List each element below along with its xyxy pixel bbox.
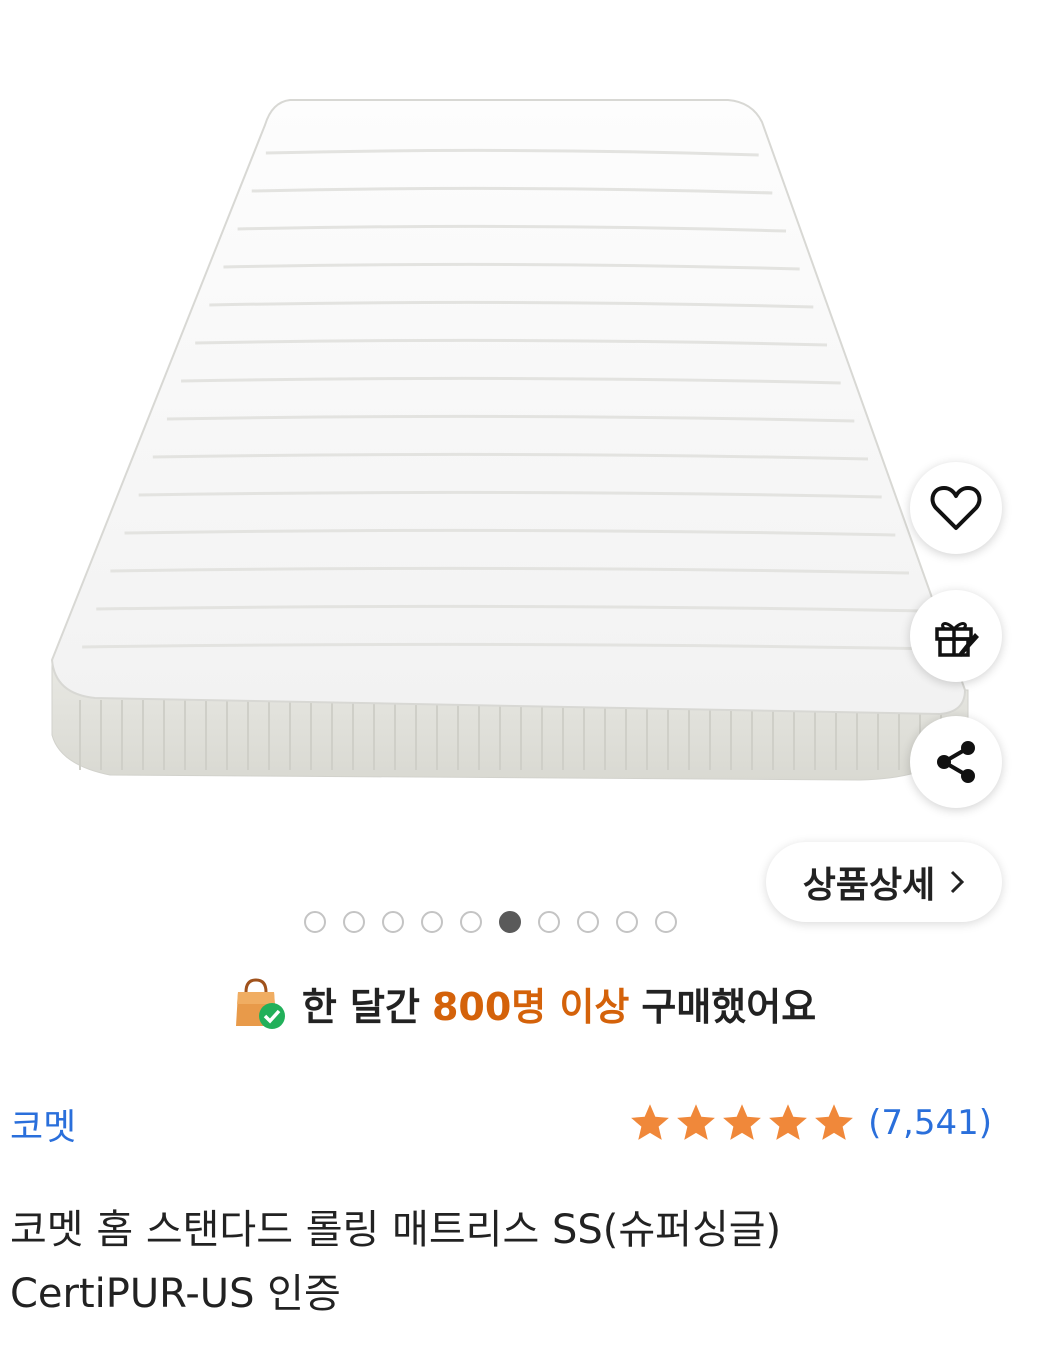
star-icon (769, 1104, 808, 1140)
carousel-indicator[interactable] (304, 909, 677, 935)
share-button[interactable] (910, 716, 1002, 808)
mattress-product-image (50, 99, 969, 781)
star-icon (815, 1104, 854, 1140)
carousel-dot[interactable] (655, 911, 677, 933)
brand-link[interactable]: 코멧 (10, 1098, 76, 1150)
star-rating (628, 1101, 856, 1145)
shopping-bag-check-icon (235, 978, 285, 1029)
star-icon (723, 1104, 762, 1140)
carousel-dot[interactable] (460, 911, 482, 933)
purchase-suffix: 구매했어요 (641, 984, 817, 1029)
purchase-count-banner: 한 달간 800명 이상 구매했어요 (0, 968, 1046, 1038)
share-icon (937, 741, 975, 783)
product-detail-button[interactable]: 상품상세 (766, 842, 1002, 922)
review-count: (7,541) (868, 1103, 992, 1143)
purchase-prefix: 한 달간 (301, 984, 420, 1029)
wishlist-button[interactable] (910, 462, 1002, 554)
product-title-line-1: 코멧 홈 스탠다드 롤링 매트리스 SS(슈퍼싱글) (10, 1207, 782, 1253)
carousel-dot[interactable] (538, 911, 560, 933)
carousel-dot[interactable] (499, 911, 521, 933)
chevron-right-icon (951, 870, 965, 894)
heart-outline-icon (930, 486, 982, 530)
product-detail-label: 상품상세 (802, 865, 936, 906)
carousel-dot[interactable] (382, 911, 404, 933)
carousel-dot[interactable] (304, 911, 326, 933)
carousel-dot[interactable] (577, 911, 599, 933)
purchase-highlight: 800명 이상 (431, 984, 630, 1029)
carousel-dot[interactable] (421, 911, 443, 933)
product-image-area[interactable]: 상품상세 (0, 0, 1046, 950)
star-icon (677, 1104, 716, 1140)
gift-button[interactable] (910, 590, 1002, 682)
carousel-dot[interactable] (616, 911, 638, 933)
gift-icon (935, 622, 979, 657)
carousel-dot[interactable] (343, 911, 365, 933)
star-icon (631, 1104, 670, 1140)
rating-summary[interactable]: (7,541) (628, 1098, 992, 1148)
product-title-line-2: CertiPUR-US 인증 (10, 1271, 341, 1317)
product-title: 코멧 홈 스탠다드 롤링 매트리스 SS(슈퍼싱글) CertiPUR-US 인… (10, 1198, 1020, 1326)
